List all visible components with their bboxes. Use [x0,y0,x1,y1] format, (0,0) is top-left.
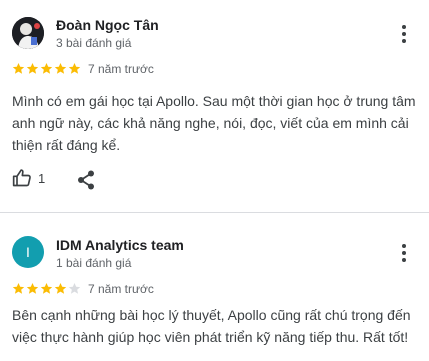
star-icon [40,62,53,74]
star-icon [12,62,25,74]
like-count: 1 [38,170,46,186]
more-vert-icon [402,244,406,262]
user-photo-icon [12,17,44,49]
star-icon [26,62,39,74]
avatar[interactable]: I [12,236,44,268]
star-icon [54,282,67,294]
author-name[interactable]: IDM Analytics team [56,237,184,253]
thumb-up-icon [12,169,31,187]
star-rating [12,62,81,75]
review-text: Bên cạnh những bài học lý thuyết, Apollo… [12,307,411,345]
review-count: 1 bài đánh giá [56,256,132,270]
review-card: Đoàn Ngọc Tân 3 bài đánh giá 7 năm trước… [0,0,429,212]
star-icon [26,282,39,294]
star-icon [68,62,81,74]
more-options-button[interactable] [394,241,414,265]
share-icon [78,170,94,190]
review-card: I IDM Analytics team 1 bài đánh giá 7 nă… [0,213,429,361]
star-icon [54,62,67,74]
author-name[interactable]: Đoàn Ngọc Tân [56,17,159,33]
share-button[interactable] [77,170,95,195]
review-count: 3 bài đánh giá [56,36,132,50]
star-icon [12,282,25,294]
avatar[interactable] [12,17,44,49]
star-icon [40,282,53,294]
more-options-button[interactable] [394,22,414,46]
star-rating [12,282,81,295]
review-text: Mình có em gái học tại Apollo. Sau một t… [12,93,416,153]
review-date: 7 năm trước [88,62,154,76]
review-date: 7 năm trước [88,282,154,296]
more-vert-icon [402,25,406,43]
avatar-letter: I [26,244,30,260]
star-icon [68,282,81,294]
like-button[interactable]: 1 [12,168,45,188]
